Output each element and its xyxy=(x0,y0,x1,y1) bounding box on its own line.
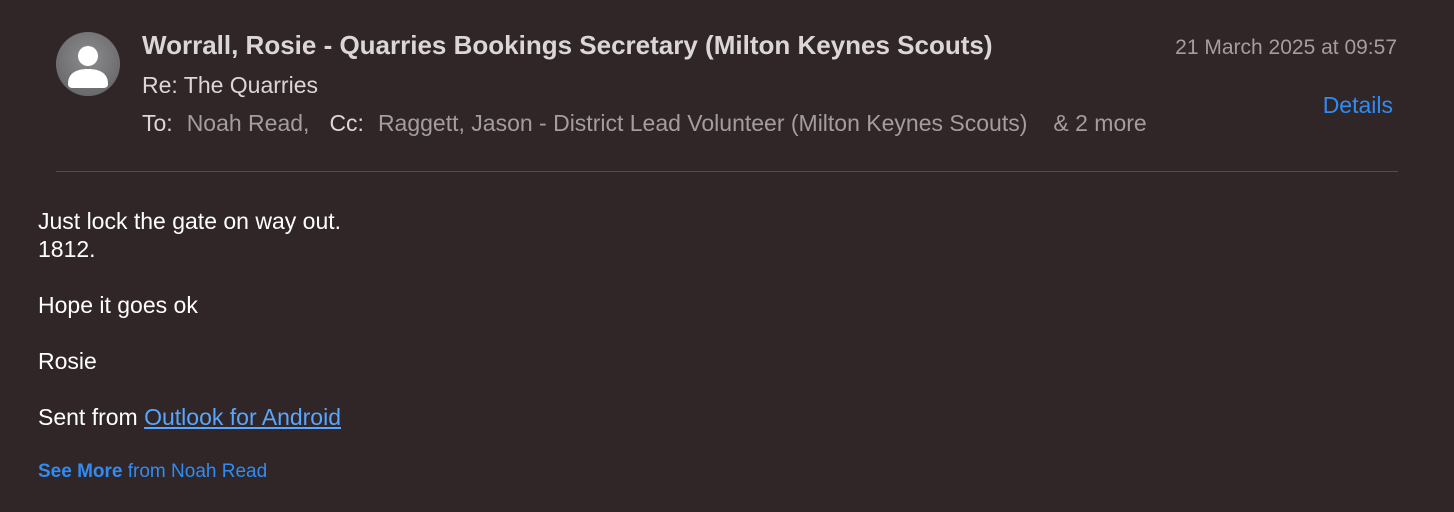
to-label: To: xyxy=(142,110,173,136)
body-line: Rosie xyxy=(38,348,97,374)
body-line: Hope it goes ok xyxy=(38,292,198,318)
person-icon xyxy=(68,46,108,88)
recipients-line: To: Noah Read, Cc: Raggett, Jason - Distric… xyxy=(142,110,1147,137)
see-more-link[interactable]: See More from Noah Read xyxy=(38,461,267,483)
outlook-link[interactable]: Outlook for Android xyxy=(144,404,341,430)
see-more-source: from Noah Read xyxy=(122,461,268,482)
message-body: Just lock the gate on way out. 1812. Hop… xyxy=(38,207,1408,431)
header-divider xyxy=(56,171,1398,172)
message-subject: Re: The Quarries xyxy=(142,72,318,98)
signature-line: Sent from Outlook for Android xyxy=(38,403,1408,431)
see-more-label: See More xyxy=(38,461,123,482)
message-header: Worrall, Rosie - Quarries Bookings Secre… xyxy=(0,0,1454,172)
message-date: 21 March 2025 at 09:57 xyxy=(1175,36,1397,59)
body-line: 1812. xyxy=(38,236,96,262)
body-line: Just lock the gate on way out. xyxy=(38,208,342,234)
avatar[interactable] xyxy=(56,32,120,96)
sender-name[interactable]: Worrall, Rosie - Quarries Bookings Secre… xyxy=(142,30,993,61)
to-recipient[interactable]: Noah Read, xyxy=(187,110,310,136)
cc-label: Cc: xyxy=(329,110,364,136)
cc-recipient[interactable]: Raggett, Jason - District Lead Volunteer… xyxy=(378,110,1027,136)
details-button[interactable]: Details xyxy=(1323,92,1393,119)
more-recipients[interactable]: & 2 more xyxy=(1053,110,1146,136)
sent-from-text: Sent from xyxy=(38,404,145,430)
